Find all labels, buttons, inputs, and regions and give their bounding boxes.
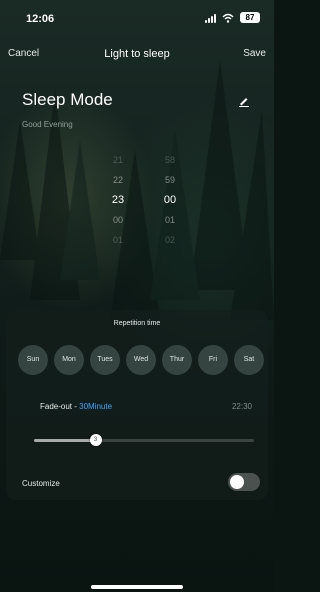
customize-label: Customize (22, 479, 60, 488)
day-button-sun[interactable]: Sun (18, 345, 48, 375)
forest-background (0, 60, 274, 320)
day-button-mon[interactable]: Mon (54, 345, 84, 375)
battery-icon: 87 (240, 12, 260, 23)
day-button-tues[interactable]: Tues (90, 345, 120, 375)
fade-out-value[interactable]: 30Minute (79, 402, 112, 411)
nav-bar: Cancel Light to sleep Save (0, 44, 274, 66)
day-button-sat[interactable]: Sat (234, 345, 264, 375)
settings-panel: Repetition time Sun Mon Tues Wed Thur Fr… (6, 310, 268, 500)
greeting-text: Good Evening (22, 120, 73, 129)
day-button-fri[interactable]: Fri (198, 345, 228, 375)
time-picker[interactable]: 21 22 23 00 01 58 59 00 01 02 (70, 150, 200, 275)
day-button-thur[interactable]: Thur (162, 345, 192, 375)
minute-wheel[interactable]: 58 59 00 01 02 (150, 150, 190, 250)
hour-selected[interactable]: 23 (98, 190, 138, 210)
minute-selected[interactable]: 00 (150, 190, 190, 210)
sleep-mode-screen: 12:06 87 Cancel Light to sleep Save Slee… (0, 0, 274, 592)
hour-option[interactable]: 21 (98, 150, 138, 170)
fade-slider-fill (34, 439, 96, 442)
hour-wheel[interactable]: 21 22 23 00 01 (98, 150, 138, 250)
minute-option[interactable]: 02 (150, 230, 190, 250)
page-title: Light to sleep (104, 48, 170, 60)
fade-slider-thumb-label: 3 (93, 437, 98, 443)
fade-out-label: Fade-out - 30Minute (40, 402, 112, 411)
customize-toggle-knob (230, 475, 244, 489)
customize-toggle[interactable] (228, 473, 260, 491)
status-time: 12:06 (26, 13, 55, 25)
hour-option[interactable]: 22 (98, 170, 138, 190)
fade-slider-thumb[interactable]: 3 (89, 434, 102, 446)
hour-option[interactable]: 00 (98, 210, 138, 230)
status-icons: 87 (205, 12, 260, 23)
day-button-wed[interactable]: Wed (126, 345, 156, 375)
minute-option[interactable]: 01 (150, 210, 190, 230)
fade-slider[interactable]: 3 (34, 434, 254, 446)
fade-end-time: 22:30 (231, 402, 252, 411)
day-selector: Sun Mon Tues Wed Thur Fri Sat (18, 345, 268, 375)
minute-option[interactable]: 58 (150, 150, 190, 170)
fade-out-text: Fade-out - (40, 402, 80, 411)
save-button[interactable]: Save (243, 48, 266, 59)
mode-title: Sleep Mode (22, 90, 113, 109)
signal-icon (205, 13, 216, 23)
repetition-title: Repetition time (113, 320, 161, 327)
status-bar: 12:06 87 (0, 0, 274, 44)
hour-option[interactable]: 01 (98, 230, 138, 250)
wifi-icon (222, 13, 234, 23)
minute-option[interactable]: 59 (150, 170, 190, 190)
pencil-icon[interactable] (238, 95, 250, 107)
home-indicator[interactable] (91, 585, 183, 589)
